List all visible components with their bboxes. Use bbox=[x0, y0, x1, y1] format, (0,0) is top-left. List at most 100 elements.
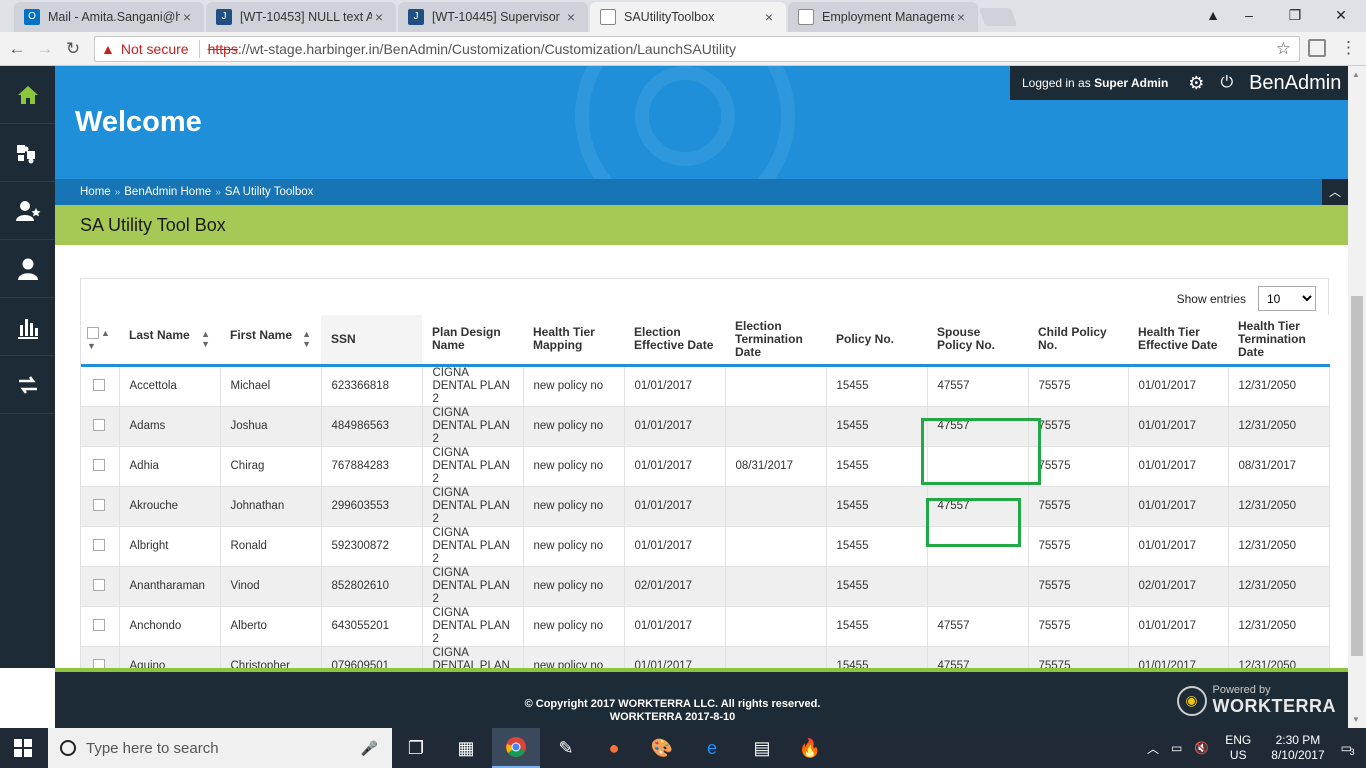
nav-home[interactable] bbox=[0, 66, 55, 124]
notepad-icon[interactable]: ✎ bbox=[542, 728, 590, 768]
transfer-icon bbox=[18, 375, 37, 394]
breadcrumb-current: SA Utility Toolbox bbox=[224, 186, 314, 198]
scroll-down-icon[interactable]: ▼ bbox=[1352, 715, 1360, 724]
table-row[interactable]: Accettola Michael 623366818 CIGNA DENTAL PL… bbox=[81, 365, 1330, 407]
sort-icon[interactable]: ▲ ▼ bbox=[201, 329, 210, 349]
browser-tab-sautility[interactable]: SAUtilityToolbox × bbox=[590, 2, 786, 32]
col-header-health-tier-mapping[interactable]: Health Tier Mapping bbox=[523, 315, 624, 367]
tray-chevron-icon[interactable]: ︿ bbox=[1147, 740, 1159, 757]
scroll-thumb[interactable] bbox=[1351, 296, 1363, 656]
table-row[interactable]: Anchondo Alberto 643055201 CIGNA DENTAL PLA… bbox=[81, 606, 1330, 647]
row-checkbox[interactable] bbox=[93, 659, 105, 668]
browser-menu-icon[interactable]: ⋮ bbox=[1340, 38, 1357, 58]
table-row[interactable]: Aquino Christopher 079609501 CIGNA DENTAL P… bbox=[81, 646, 1330, 668]
cell-first-name: Joshua bbox=[220, 406, 322, 447]
microphone-icon[interactable]: 🎤 bbox=[361, 740, 378, 757]
close-icon[interactable]: × bbox=[180, 9, 194, 25]
close-icon[interactable]: × bbox=[954, 9, 968, 25]
notification-icon[interactable]: ▭ 3 bbox=[1341, 741, 1355, 757]
paint-icon[interactable]: 🎨 bbox=[638, 728, 686, 768]
table-row[interactable]: Adams Joshua 484986563 CIGNA DENTAL PLAN 2n… bbox=[81, 406, 1330, 447]
url-input[interactable]: ▲ Not secure https ://wt-stage.harbinger… bbox=[94, 36, 1300, 62]
row-checkbox[interactable] bbox=[93, 539, 105, 552]
cell-child-policy-no: 75575 bbox=[1028, 646, 1129, 668]
volume-muted-icon[interactable]: 🔇 bbox=[1194, 741, 1209, 755]
col-header-first-name[interactable]: ▲ ▼ First Name bbox=[220, 315, 321, 367]
close-window-icon[interactable]: ✕ bbox=[1318, 0, 1364, 30]
col-header-spouse-policy-no[interactable]: Spouse Policy No. bbox=[927, 315, 1028, 367]
page-scrollbar[interactable]: ▲ ▼ bbox=[1348, 66, 1366, 728]
col-header-last-name[interactable]: ▲ ▼ Last Name bbox=[119, 315, 220, 367]
row-checkbox[interactable] bbox=[93, 499, 105, 512]
row-checkbox[interactable] bbox=[93, 619, 105, 632]
row-select-cell bbox=[81, 526, 120, 567]
restore-icon[interactable]: ❐ bbox=[1272, 0, 1318, 30]
gear-icon[interactable]: ⚙ bbox=[1188, 73, 1204, 94]
nav-customization[interactable] bbox=[0, 124, 55, 182]
row-checkbox[interactable] bbox=[93, 379, 105, 392]
browser-tab-mail[interactable]: O Mail - Amita.Sangani@ha × bbox=[14, 2, 204, 32]
minimize-icon[interactable]: – bbox=[1226, 0, 1272, 30]
table-row[interactable]: Anantharaman Vinod 852802610 CIGNA DENTAL P… bbox=[81, 566, 1330, 607]
col-header-health-tier-termination-date[interactable]: Health Tier Termination Date bbox=[1228, 315, 1329, 367]
breadcrumb-home[interactable]: Home bbox=[80, 186, 111, 198]
cell-health-tier-effective-date: 01/01/2017 bbox=[1128, 365, 1229, 407]
task-view-icon[interactable]: ❐ bbox=[392, 728, 440, 768]
col-header-election-effective-date[interactable]: Election Effective Date bbox=[624, 315, 725, 367]
app-flame-icon[interactable]: 🔥 bbox=[786, 728, 834, 768]
collapse-header-button[interactable]: ︿ bbox=[1322, 179, 1348, 205]
col-header-ssn[interactable]: SSN bbox=[321, 315, 422, 367]
forward-icon[interactable]: → bbox=[34, 38, 56, 60]
cell-health-tier-termination-date: 12/31/2050 bbox=[1228, 646, 1330, 668]
tab-title: Employment Manageme bbox=[822, 10, 954, 24]
cell-ssn: 592300872 bbox=[321, 526, 423, 567]
table-row[interactable]: Akrouche Johnathan 299603553 CIGNA DENTAL P… bbox=[81, 486, 1330, 527]
row-checkbox[interactable] bbox=[93, 419, 105, 432]
bookmark-star-icon[interactable]: ☆ bbox=[1276, 39, 1291, 59]
cell-election-effective-date: 02/01/2017 bbox=[624, 566, 726, 607]
firefox-icon[interactable]: ● bbox=[590, 728, 638, 768]
close-icon[interactable]: × bbox=[372, 9, 386, 25]
language-indicator[interactable]: ENG US bbox=[1225, 733, 1251, 763]
network-icon[interactable]: ▭ bbox=[1171, 741, 1182, 755]
table-row[interactable]: Albright Ronald 592300872 CIGNA DENTAL PLAN… bbox=[81, 526, 1330, 567]
breadcrumb-benadmin-home[interactable]: BenAdmin Home bbox=[124, 186, 211, 198]
browser-tab-employment[interactable]: Employment Manageme × bbox=[788, 2, 978, 32]
table-header-row: ▲ ▼ ▲ ▼ Last Name ▲ ▼ First Name SSN Plan Des… bbox=[81, 315, 1329, 367]
ie-icon[interactable]: e bbox=[688, 728, 736, 768]
nav-reports[interactable] bbox=[0, 298, 55, 356]
close-icon[interactable]: × bbox=[564, 9, 578, 25]
sort-icon[interactable]: ▲ ▼ bbox=[302, 329, 311, 349]
table-row[interactable]: Adhia Chirag 767884283 CIGNA DENTAL PLAN 2n… bbox=[81, 446, 1330, 487]
col-header-child-policy-no[interactable]: Child Policy No. bbox=[1028, 315, 1128, 367]
chrome-icon[interactable] bbox=[492, 728, 540, 768]
select-all-checkbox[interactable] bbox=[87, 327, 99, 340]
back-icon[interactable]: ← bbox=[6, 38, 28, 60]
power-icon[interactable]: ⏻ bbox=[1220, 74, 1233, 92]
clock[interactable]: 2:30 PM 8/10/2017 bbox=[1271, 733, 1324, 763]
cell-health-tier-termination-date: 12/31/2050 bbox=[1228, 486, 1330, 527]
row-checkbox[interactable] bbox=[93, 459, 105, 472]
user-status-bar: Logged in as Super Admin ⚙ ⏻ BenAdmin bbox=[1010, 66, 1348, 100]
taskbar-search-box[interactable]: Type here to search 🎤 bbox=[48, 728, 392, 768]
extension-icon[interactable] bbox=[1308, 39, 1326, 57]
page-size-select[interactable]: 10 bbox=[1258, 286, 1316, 311]
nav-admin-users[interactable] bbox=[0, 182, 55, 240]
col-header-election-termination-date[interactable]: Election Termination Date bbox=[725, 315, 826, 367]
browser-tab-wt-10453[interactable]: J [WT-10453] NULL text Ap × bbox=[206, 2, 396, 32]
store-icon[interactable]: ▦ bbox=[442, 728, 490, 768]
col-header-policy-no[interactable]: Policy No. bbox=[826, 315, 927, 367]
app-icon[interactable]: ▤ bbox=[738, 728, 786, 768]
url-scheme: https bbox=[207, 41, 238, 57]
row-checkbox[interactable] bbox=[93, 579, 105, 592]
nav-transfers[interactable] bbox=[0, 356, 55, 414]
browser-tab-wt-10445[interactable]: J [WT-10445] Supervisor N × bbox=[398, 2, 588, 32]
nav-employees[interactable] bbox=[0, 240, 55, 298]
col-header-plan-design-name[interactable]: Plan Design Name bbox=[422, 315, 523, 367]
new-tab-button[interactable] bbox=[978, 8, 1018, 26]
col-header-health-tier-effective-date[interactable]: Health Tier Effective Date bbox=[1128, 315, 1228, 367]
windows-start-icon[interactable] bbox=[14, 739, 32, 757]
close-icon[interactable]: × bbox=[762, 9, 776, 25]
reload-icon[interactable]: ↻ bbox=[62, 38, 84, 60]
scroll-up-icon[interactable]: ▲ bbox=[1352, 70, 1360, 79]
